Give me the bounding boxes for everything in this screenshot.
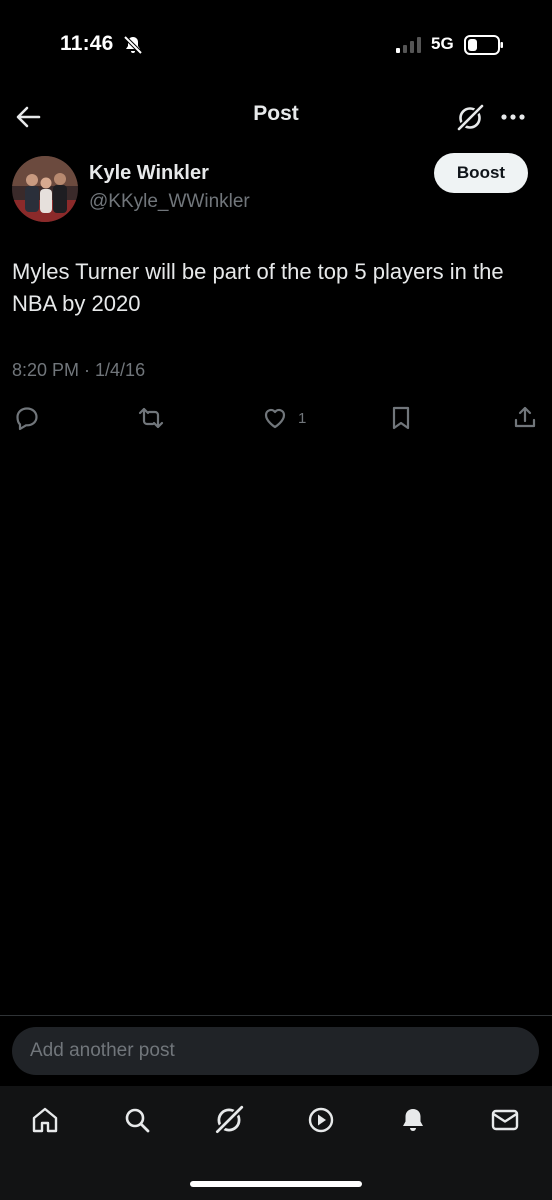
grok-button[interactable] <box>454 102 486 134</box>
grok-icon <box>215 1104 245 1134</box>
home-indicator[interactable] <box>190 1181 362 1187</box>
video-icon <box>308 1107 334 1133</box>
bookmark-button[interactable] <box>388 404 414 432</box>
search-icon <box>125 1108 150 1133</box>
mail-icon <box>491 1109 519 1131</box>
signal-icon <box>396 37 424 53</box>
nav-video[interactable] <box>301 1100 341 1140</box>
more-options-button[interactable] <box>498 103 530 131</box>
composer-divider <box>0 1015 552 1016</box>
like-count: 1 <box>298 409 307 427</box>
nav-messages[interactable] <box>485 1100 525 1140</box>
nav-grok[interactable] <box>209 1100 249 1140</box>
bell-icon <box>403 1109 423 1131</box>
author-name[interactable]: Kyle Winkler <box>89 162 209 185</box>
boost-button[interactable]: Boost <box>434 153 528 193</box>
home-icon <box>32 1107 58 1133</box>
reply-input[interactable]: Add another post <box>12 1027 539 1075</box>
avatar[interactable] <box>12 156 78 222</box>
heart-icon <box>264 408 286 429</box>
nav-home[interactable] <box>25 1100 65 1140</box>
reply-icon <box>16 407 38 431</box>
more-icon <box>501 114 525 120</box>
bookmark-icon <box>392 406 410 430</box>
share-button[interactable] <box>512 404 538 432</box>
repost-icon <box>138 407 164 429</box>
status-time: 11:46 <box>60 32 114 55</box>
reply-button[interactable] <box>14 404 40 432</box>
bell-off-icon <box>122 34 144 56</box>
nav-search[interactable] <box>117 1100 157 1140</box>
share-icon <box>514 406 536 428</box>
like-button[interactable]: 1 <box>262 404 306 432</box>
post-text: Myles Turner will be part of the top 5 p… <box>12 259 504 316</box>
post-timestamp: 8:20 PM · 1/4/16 <box>12 360 146 380</box>
reply-placeholder: Add another post <box>30 1040 175 1061</box>
battery-icon <box>464 35 504 55</box>
nav-notifications[interactable] <box>393 1100 433 1140</box>
network-type: 5G <box>431 34 454 53</box>
author-handle[interactable]: @KKyle_WWinkler <box>89 191 250 213</box>
grok-icon <box>456 103 485 132</box>
repost-button[interactable] <box>137 404 165 432</box>
